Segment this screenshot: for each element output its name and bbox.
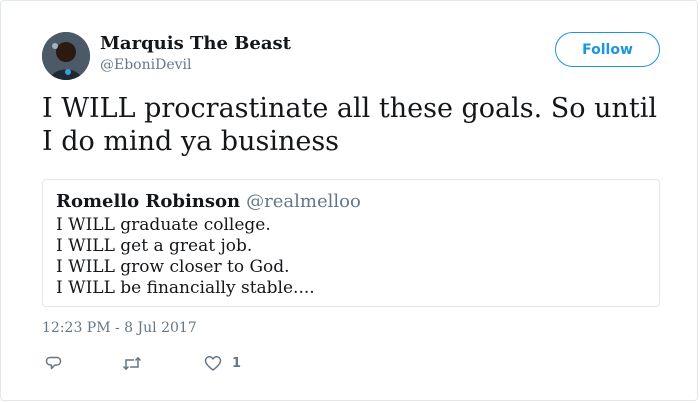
follow-button[interactable]: Follow [555,32,660,67]
like-button[interactable]: 1 [204,352,241,374]
quoted-author-handle: @realmelloo [246,191,361,212]
reply-button[interactable] [45,352,62,374]
avatar[interactable] [42,32,90,80]
tweet-card: Marquis The Beast @EboniDevil Follow I W… [0,0,698,401]
author-name[interactable]: Marquis The Beast [100,33,291,54]
like-count: 1 [232,355,242,371]
quoted-tweet[interactable]: Romello Robinson @realmelloo I WILL gradu… [42,179,660,307]
quoted-tweet-text: I WILL graduate college. I WILL get a gr… [56,215,315,299]
quoted-tweet-line: I WILL graduate college. [56,215,271,235]
tweet-timestamp[interactable]: 12:23 PM - 8 Jul 2017 [42,320,197,336]
quoted-tweet-header: Romello Robinson @realmelloo [56,191,361,212]
retweet-button[interactable] [122,352,142,374]
tweet-text: I WILL procrastinate all these goals. So… [42,93,666,157]
quoted-tweet-line: I WILL be financially stable.... [56,278,315,298]
quoted-tweet-line: I WILL get a great job. [56,236,253,256]
reply-icon [45,355,62,372]
quoted-author-name: Romello Robinson [56,191,241,212]
heart-icon [204,355,222,372]
retweet-icon [122,355,142,372]
quoted-tweet-line: I WILL grow closer to God. [56,257,290,277]
author-handle[interactable]: @EboniDevil [100,57,191,73]
